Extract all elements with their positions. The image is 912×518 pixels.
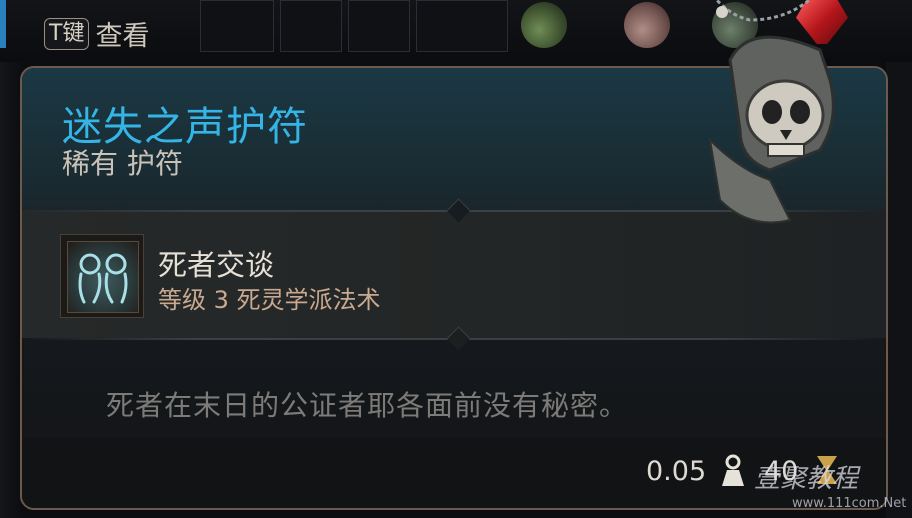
watermark-text: 壹聚教程 [754, 464, 859, 494]
amulet-artwork [620, 0, 870, 260]
flavor-text: 死者在末日的公证者耶各面前没有秘密。 [106, 389, 629, 422]
left-frame [0, 62, 22, 518]
inspect-key-hint: T键 查看 [44, 14, 149, 53]
key-badge: T键 [44, 17, 90, 50]
watermark-url: www.111com.Net [792, 496, 907, 511]
twin-ghosts-icon [60, 234, 144, 318]
hotbar-slot[interactable] [348, 0, 410, 52]
weight-icon [718, 454, 748, 488]
skill-level: 等级 3 死灵学派法术 [158, 286, 381, 314]
item-rarity-type: 稀有 护符 [62, 147, 183, 180]
skill-name: 死者交谈 [158, 248, 275, 282]
key-hint-label: 查看 [95, 21, 150, 52]
left-edge-accent [0, 0, 6, 48]
hotbar-slot[interactable] [200, 0, 274, 52]
hotbar-slot[interactable] [280, 0, 342, 52]
hotbar-slot[interactable] [416, 0, 508, 52]
item-weight: 0.05 [646, 456, 707, 487]
green-potion-icon[interactable] [521, 2, 567, 48]
